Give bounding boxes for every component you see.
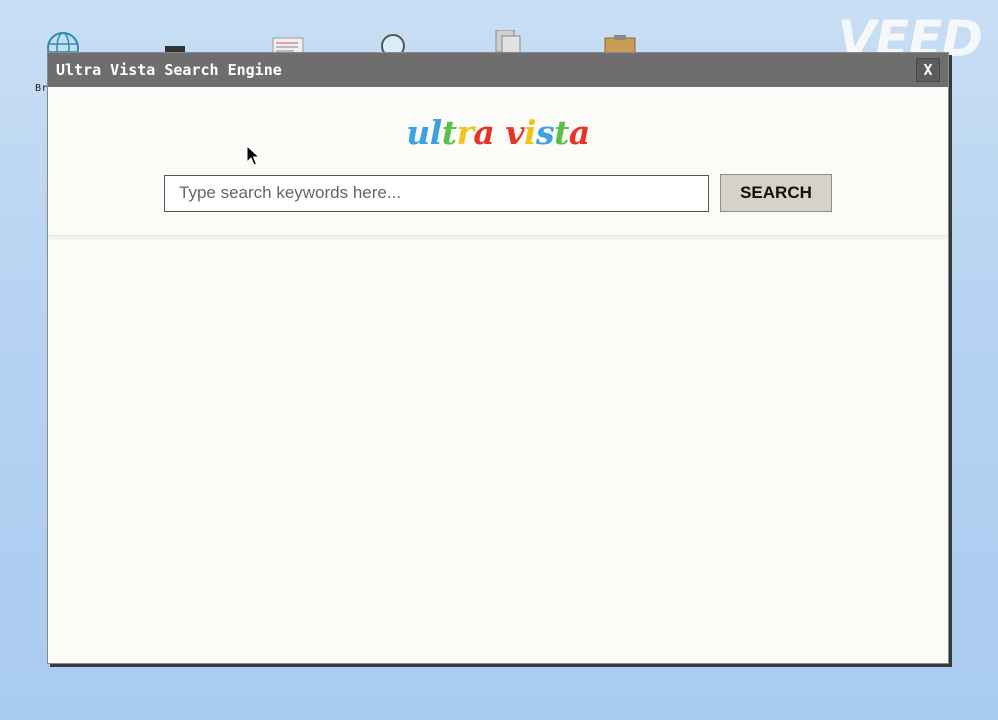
window-title: Ultra Vista Search Engine <box>56 61 282 79</box>
logo-letter: t <box>441 113 457 152</box>
search-bar: SEARCH <box>164 174 832 212</box>
ultra-vista-logo: ultra vista <box>48 113 948 152</box>
logo-letter: i <box>523 113 537 152</box>
logo-letter: l <box>429 113 443 152</box>
logo-letter: v <box>505 113 524 152</box>
mouse-cursor-icon <box>246 144 262 167</box>
logo-letter: t <box>554 113 569 152</box>
logo-letter: u <box>406 113 430 152</box>
window-titlebar[interactable]: Ultra Vista Search Engine X <box>48 53 948 87</box>
logo-letter: a <box>473 113 495 152</box>
search-input[interactable] <box>164 174 709 212</box>
search-header: ultra vista SEARCH <box>48 87 948 236</box>
search-button[interactable]: SEARCH <box>720 174 832 212</box>
close-button[interactable]: X <box>916 58 940 82</box>
search-engine-window: Ultra Vista Search Engine X ultra vista … <box>47 52 949 664</box>
logo-letter: s <box>536 113 555 152</box>
logo-letter: a <box>568 113 590 152</box>
logo-letter: r <box>456 113 474 152</box>
results-area <box>48 236 948 663</box>
logo-letter <box>494 113 505 152</box>
